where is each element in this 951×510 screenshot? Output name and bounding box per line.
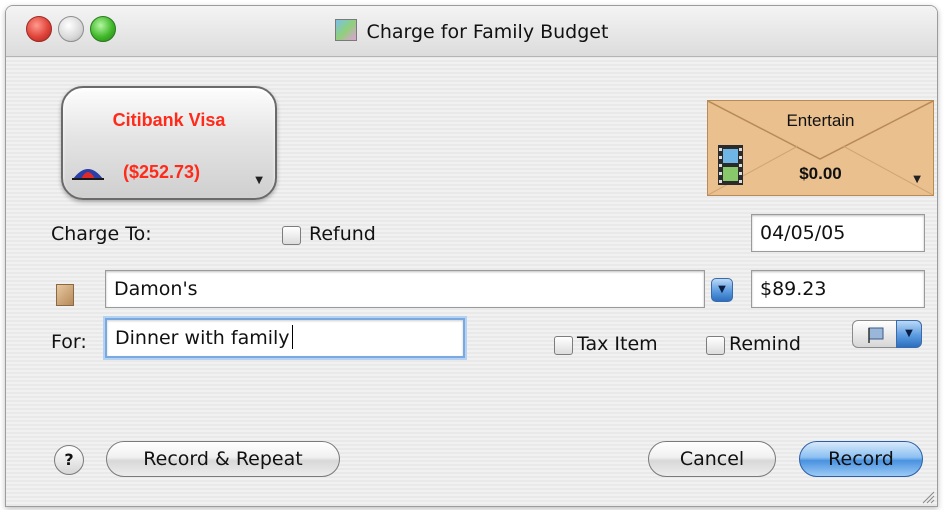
charge-to-label: Charge To: bbox=[51, 223, 152, 245]
chevron-down-icon[interactable]: ▼ bbox=[896, 320, 922, 348]
title-bar: Charge for Family Budget bbox=[6, 6, 937, 57]
text-caret bbox=[291, 325, 293, 349]
account-card-button[interactable]: Citibank Visa ($252.73) ▼ bbox=[61, 86, 277, 200]
help-button[interactable]: ? bbox=[54, 445, 84, 475]
refund-checkbox[interactable] bbox=[282, 226, 301, 245]
flag-icon bbox=[868, 327, 884, 343]
for-label: For: bbox=[51, 331, 87, 353]
memo-text: Dinner with family bbox=[115, 327, 290, 349]
bank-umbrella-logo-icon bbox=[72, 169, 104, 180]
document-icon bbox=[334, 19, 357, 41]
record-button[interactable]: Record bbox=[799, 441, 923, 477]
account-name: Citibank Visa bbox=[112, 110, 226, 130]
envelope-category: Entertain bbox=[786, 111, 855, 130]
window-title: Charge for Family Budget bbox=[6, 19, 937, 43]
chevron-down-icon: ▼ bbox=[255, 175, 263, 186]
amount-field[interactable]: $89.23 bbox=[751, 270, 925, 308]
envelope-amount: $0.00 bbox=[799, 164, 842, 183]
tax-item-checkbox[interactable] bbox=[554, 336, 573, 355]
chevron-down-icon: ▼ bbox=[913, 174, 921, 185]
cancel-button[interactable]: Cancel bbox=[648, 441, 776, 477]
envelope-category-button[interactable]: Entertain $0.00 ▼ bbox=[707, 100, 934, 196]
payee-dropdown-button[interactable]: ▼ bbox=[711, 278, 733, 302]
date-field[interactable]: 04/05/05 bbox=[751, 214, 925, 252]
remind-label: Remind bbox=[729, 333, 801, 355]
record-repeat-button[interactable]: Record & Repeat bbox=[106, 441, 340, 477]
window-title-text: Charge for Family Budget bbox=[366, 21, 609, 43]
refund-label: Refund bbox=[309, 223, 376, 245]
charge-dialog-window: Charge for Family Budget Citibank Visa (… bbox=[5, 5, 938, 507]
flag-popup[interactable]: ▼ bbox=[852, 320, 922, 348]
memo-field[interactable]: Dinner with family bbox=[105, 318, 465, 358]
payee-field[interactable]: Damon's bbox=[105, 270, 705, 308]
payee-book-icon bbox=[56, 284, 74, 306]
flag-display bbox=[852, 320, 900, 348]
resize-grip-icon[interactable] bbox=[919, 488, 935, 504]
account-balance: ($252.73) bbox=[123, 162, 201, 182]
remind-checkbox[interactable] bbox=[706, 336, 725, 355]
tax-item-label: Tax Item bbox=[577, 333, 658, 355]
